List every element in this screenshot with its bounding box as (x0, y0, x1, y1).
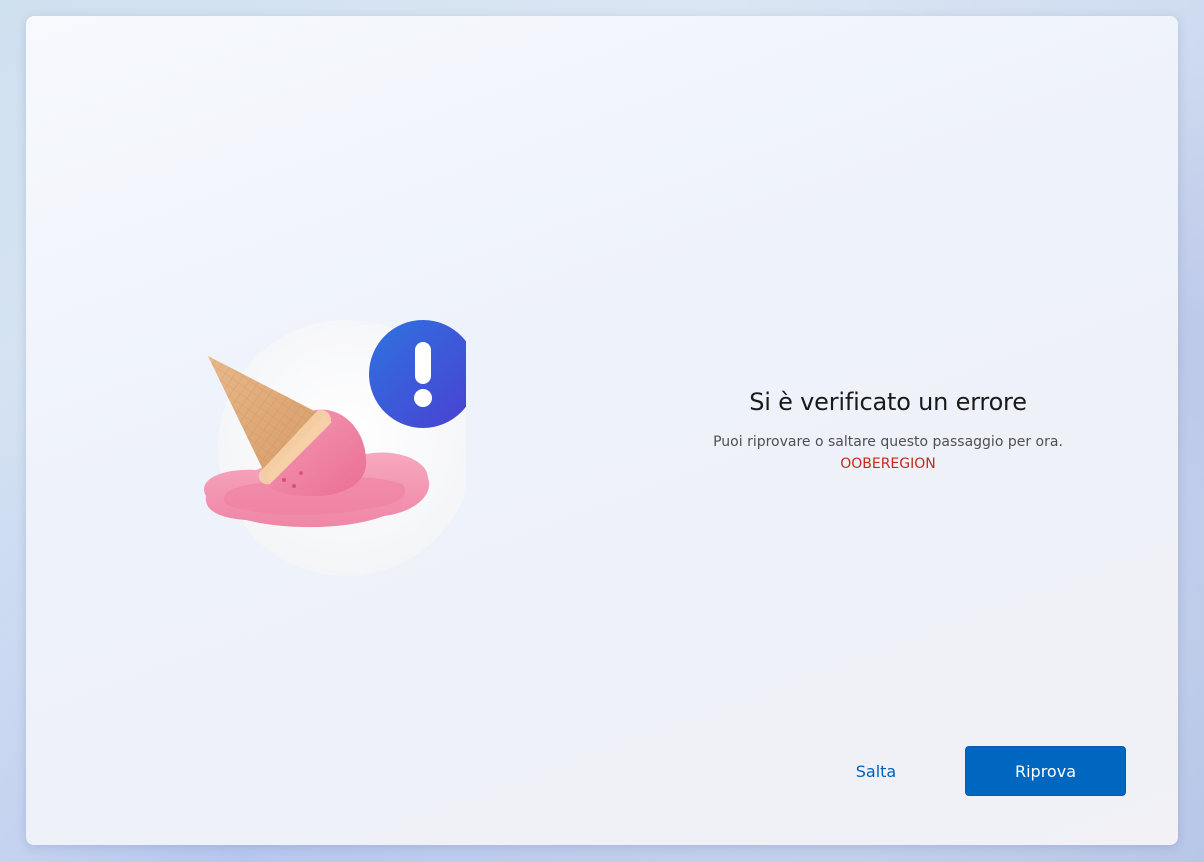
dropped-ice-cream-icon (166, 298, 466, 588)
retry-button[interactable]: Riprova (965, 746, 1126, 796)
error-message-panel: Si è verificato un errore Puoi riprovare… (626, 388, 1150, 472)
page-title: Si è verificato un errore (749, 388, 1027, 416)
skip-button[interactable]: Salta (836, 746, 916, 796)
oobe-error-dialog: Si è verificato un errore Puoi riprovare… (26, 16, 1178, 845)
error-code: OOBEREGION (840, 456, 936, 472)
error-description: Puoi riprovare o saltare questo passaggi… (713, 434, 1063, 450)
